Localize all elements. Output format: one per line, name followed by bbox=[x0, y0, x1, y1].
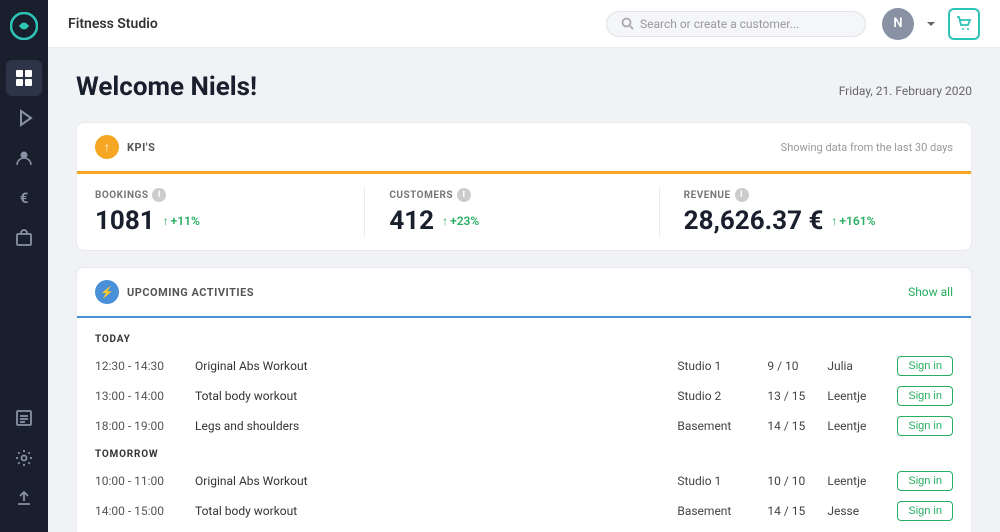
customers-arrow: ↑ bbox=[442, 214, 448, 228]
day-tomorrow: TOMORROW bbox=[95, 441, 953, 466]
app-logo[interactable] bbox=[10, 12, 38, 40]
customers-label: CUSTOMERS i bbox=[389, 188, 634, 202]
act-name: Original Abs Workout bbox=[195, 474, 677, 488]
activity-row: 10:00 - 11:00 Original Abs Workout Studi… bbox=[95, 466, 953, 496]
main-area: Fitness Studio Search or create a custom… bbox=[48, 0, 1000, 532]
act-location: Studio 1 bbox=[677, 474, 767, 488]
act-time: 14:00 - 15:00 bbox=[95, 504, 195, 518]
act-time: 12:30 - 14:30 bbox=[95, 359, 195, 373]
topnav: Fitness Studio Search or create a custom… bbox=[48, 0, 1000, 48]
page-title: Welcome Niels! bbox=[76, 72, 257, 102]
sidebar-item-finance[interactable]: € bbox=[6, 180, 42, 216]
kpi-header-left: ↑ KPI'S bbox=[95, 135, 155, 159]
act-location: Basement bbox=[677, 419, 767, 433]
search-placeholder: Search or create a customer... bbox=[640, 17, 799, 31]
act-name: Legs and shoulders bbox=[195, 419, 677, 433]
act-location: Studio 2 bbox=[677, 389, 767, 403]
act-trainer: Julia bbox=[827, 359, 897, 373]
revenue-change: ↑ +161% bbox=[831, 214, 875, 228]
sidebar: € bbox=[0, 0, 48, 532]
bookings-change: ↑ +11% bbox=[163, 214, 200, 228]
act-name: Total body workout bbox=[195, 504, 677, 518]
activity-row: 14:00 - 15:00 Total body workout Basemen… bbox=[95, 496, 953, 526]
page-date: Friday, 21. February 2020 bbox=[839, 84, 972, 98]
activities-title: UPCOMING ACTIVITIES bbox=[127, 286, 254, 299]
avatar[interactable]: N bbox=[882, 8, 914, 40]
act-location: Basement bbox=[677, 504, 767, 518]
activity-row: 18:00 - 19:00 Legs and shoulders Basemen… bbox=[95, 411, 953, 441]
sidebar-bottom bbox=[6, 400, 42, 520]
revenue-info: i bbox=[735, 188, 749, 202]
sidebar-item-dashboard[interactable] bbox=[6, 60, 42, 96]
act-name: Original Abs Workout bbox=[195, 359, 677, 373]
topnav-right: N bbox=[882, 8, 980, 40]
chevron-down-icon bbox=[926, 19, 936, 29]
activities-body: TODAY 12:30 - 14:30 Original Abs Workout… bbox=[77, 318, 971, 532]
sign-in-button[interactable]: Sign in bbox=[897, 356, 953, 376]
act-capacity: 14 / 15 bbox=[767, 504, 827, 518]
act-capacity: 13 / 15 bbox=[767, 389, 827, 403]
kpi-subtitle: Showing data from the last 30 days bbox=[781, 141, 953, 154]
kpi-metrics: BOOKINGS i 1081 ↑ +11% CUSTOMERS i bbox=[77, 174, 971, 250]
activities-header-left: ⚡ UPCOMING ACTIVITIES bbox=[95, 280, 254, 304]
act-trainer: Leentje bbox=[827, 419, 897, 433]
activities-header: ⚡ UPCOMING ACTIVITIES Show all bbox=[77, 268, 971, 318]
show-all-link[interactable]: Show all bbox=[908, 285, 953, 299]
activity-row: 13:00 - 14:00 Total body workout Studio … bbox=[95, 381, 953, 411]
act-capacity: 10 / 10 bbox=[767, 474, 827, 488]
sidebar-item-activities[interactable] bbox=[6, 100, 42, 136]
cart-button[interactable] bbox=[948, 8, 980, 40]
sidebar-item-customers[interactable] bbox=[6, 140, 42, 176]
act-time: 10:00 - 11:00 bbox=[95, 474, 195, 488]
bookings-label: BOOKINGS i bbox=[95, 188, 340, 202]
sidebar-item-reports[interactable] bbox=[6, 400, 42, 436]
kpi-bookings: BOOKINGS i 1081 ↑ +11% bbox=[95, 188, 365, 236]
act-capacity: 9 / 10 bbox=[767, 359, 827, 373]
act-capacity: 14 / 15 bbox=[767, 419, 827, 433]
sidebar-item-export[interactable] bbox=[6, 480, 42, 516]
content-area: Welcome Niels! Friday, 21. February 2020… bbox=[48, 48, 1000, 532]
bookings-info: i bbox=[152, 188, 166, 202]
bookings-value: 1081 ↑ +11% bbox=[95, 206, 340, 236]
sign-in-button[interactable]: Sign in bbox=[897, 471, 953, 491]
kpi-icon: ↑ bbox=[95, 135, 119, 159]
app-title: Fitness Studio bbox=[68, 16, 158, 32]
act-name: Total body workout bbox=[195, 389, 677, 403]
bookings-arrow: ↑ bbox=[163, 214, 169, 228]
customers-value: 412 ↑ +23% bbox=[389, 206, 634, 236]
revenue-value: 28,626.37 € ↑ +161% bbox=[684, 206, 929, 236]
act-time: 13:00 - 14:00 bbox=[95, 389, 195, 403]
kpi-revenue: REVENUE i 28,626.37 € ↑ +161% bbox=[684, 188, 953, 236]
revenue-arrow: ↑ bbox=[831, 214, 837, 228]
act-location: Studio 1 bbox=[677, 359, 767, 373]
page-header: Welcome Niels! Friday, 21. February 2020 bbox=[76, 72, 972, 102]
kpi-customers: CUSTOMERS i 412 ↑ +23% bbox=[389, 188, 659, 236]
sign-in-button[interactable]: Sign in bbox=[897, 501, 953, 521]
activity-row: 12:30 - 14:30 Original Abs Workout Studi… bbox=[95, 351, 953, 381]
kpi-title: KPI'S bbox=[127, 141, 155, 154]
search-bar[interactable]: Search or create a customer... bbox=[606, 11, 866, 37]
search-icon bbox=[621, 17, 634, 30]
day-today: TODAY bbox=[95, 326, 953, 351]
kpi-header: ↑ KPI'S Showing data from the last 30 da… bbox=[77, 123, 971, 174]
customers-info: i bbox=[457, 188, 471, 202]
activities-icon: ⚡ bbox=[95, 280, 119, 304]
sign-in-button[interactable]: Sign in bbox=[897, 416, 953, 436]
sign-in-button[interactable]: Sign in bbox=[897, 386, 953, 406]
act-time: 18:00 - 19:00 bbox=[95, 419, 195, 433]
act-trainer: Leentje bbox=[827, 474, 897, 488]
sidebar-item-products[interactable] bbox=[6, 220, 42, 256]
customers-change: ↑ +23% bbox=[442, 214, 479, 228]
act-trainer: Leentje bbox=[827, 389, 897, 403]
activities-card: ⚡ UPCOMING ACTIVITIES Show all TODAY 12:… bbox=[76, 267, 972, 532]
revenue-label: REVENUE i bbox=[684, 188, 929, 202]
sidebar-item-settings[interactable] bbox=[6, 440, 42, 476]
act-trainer: Jesse bbox=[827, 504, 897, 518]
kpi-card: ↑ KPI'S Showing data from the last 30 da… bbox=[76, 122, 972, 251]
